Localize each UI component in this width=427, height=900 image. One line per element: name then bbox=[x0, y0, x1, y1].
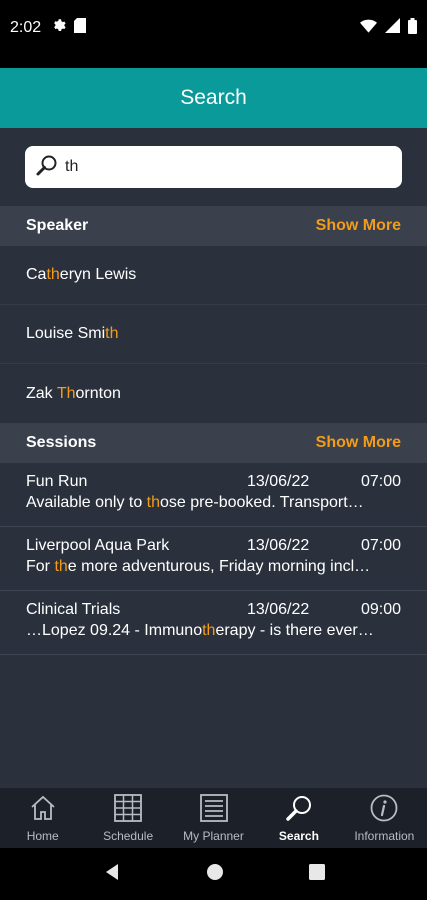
sd-card-icon bbox=[74, 18, 87, 38]
schedule-grid-icon bbox=[114, 794, 143, 827]
search-results: Speaker Show More Catheryn Lewis Louise … bbox=[0, 128, 427, 788]
nav-search-label: Search bbox=[278, 829, 319, 843]
session-description: For the more adventurous, Friday morning… bbox=[26, 558, 371, 575]
speaker-show-more-link[interactable]: Show More bbox=[316, 217, 401, 235]
session-title: Liverpool Aqua Park bbox=[26, 537, 170, 554]
nav-my-planner-label: My Planner bbox=[183, 829, 244, 843]
nav-schedule[interactable]: Schedule bbox=[85, 788, 170, 848]
session-item[interactable]: Clinical Trials 13/06/22 09:00 …Lopez 09… bbox=[0, 591, 427, 655]
app-header: Search bbox=[0, 68, 427, 128]
nav-information[interactable]: Information bbox=[342, 788, 427, 848]
speaker-section-title: Speaker bbox=[26, 217, 89, 234]
info-icon bbox=[370, 794, 398, 827]
recents-icon[interactable] bbox=[308, 863, 325, 885]
search-box[interactable] bbox=[25, 146, 402, 188]
bottom-nav: Home Schedule My Planner Search Informat… bbox=[0, 788, 427, 848]
battery-icon bbox=[408, 17, 417, 39]
cell-signal-icon bbox=[385, 18, 400, 38]
nav-information-label: Information bbox=[354, 829, 415, 843]
nav-home-label: Home bbox=[26, 829, 59, 843]
session-description: …Lopez 09.24 - Immunotherapy - is there … bbox=[26, 622, 374, 639]
session-time: 09:00 bbox=[360, 601, 401, 618]
nav-search[interactable]: Search bbox=[256, 788, 341, 848]
session-date: 13/06/22 bbox=[247, 537, 310, 554]
sessions-section-header: Sessions Show More bbox=[0, 423, 427, 463]
search-icon bbox=[35, 153, 59, 182]
speaker-section-header: Speaker Show More bbox=[0, 206, 427, 246]
status-bar: 2:02 bbox=[0, 0, 427, 56]
home-icon bbox=[29, 794, 57, 827]
sessions-section-title: Sessions bbox=[26, 434, 97, 451]
session-time: 07:00 bbox=[360, 537, 401, 554]
home-circle-icon[interactable] bbox=[206, 863, 224, 886]
session-item[interactable]: Fun Run 13/06/22 07:00 Available only to… bbox=[0, 463, 427, 527]
speaker-name: Catheryn Lewis bbox=[26, 266, 137, 283]
speaker-name: Louise Smith bbox=[26, 325, 119, 342]
search-nav-icon bbox=[285, 794, 313, 827]
speaker-name: Zak Thornton bbox=[26, 384, 121, 402]
speaker-item[interactable]: Catheryn Lewis bbox=[0, 246, 427, 305]
nav-schedule-label: Schedule bbox=[103, 829, 154, 843]
session-time: 07:00 bbox=[360, 473, 401, 490]
nav-home[interactable]: Home bbox=[0, 788, 85, 848]
planner-list-icon bbox=[199, 794, 228, 827]
settings-gear-icon bbox=[51, 18, 66, 38]
session-list: Fun Run 13/06/22 07:00 Available only to… bbox=[0, 463, 427, 655]
speaker-item[interactable]: Zak Thornton bbox=[0, 364, 427, 423]
page-title: Search bbox=[180, 86, 247, 109]
back-icon[interactable] bbox=[103, 863, 121, 886]
speaker-item[interactable]: Louise Smith bbox=[0, 305, 427, 364]
nav-my-planner[interactable]: My Planner bbox=[171, 788, 256, 848]
system-nav-bar bbox=[0, 848, 427, 900]
session-date: 13/06/22 bbox=[247, 601, 310, 618]
search-bar bbox=[0, 128, 427, 206]
session-description: Available only to those pre-booked. Tran… bbox=[26, 494, 364, 511]
session-item[interactable]: Liverpool Aqua Park 13/06/22 07:00 For t… bbox=[0, 527, 427, 591]
session-date: 13/06/22 bbox=[247, 473, 310, 490]
sessions-show-more-link[interactable]: Show More bbox=[316, 434, 401, 452]
session-title: Clinical Trials bbox=[26, 601, 121, 618]
status-time: 2:02 bbox=[10, 19, 42, 36]
search-input[interactable] bbox=[65, 146, 392, 188]
wifi-icon bbox=[360, 19, 377, 38]
speaker-list: Catheryn Lewis Louise Smith Zak Thornton bbox=[0, 246, 427, 423]
session-title: Fun Run bbox=[26, 473, 88, 490]
